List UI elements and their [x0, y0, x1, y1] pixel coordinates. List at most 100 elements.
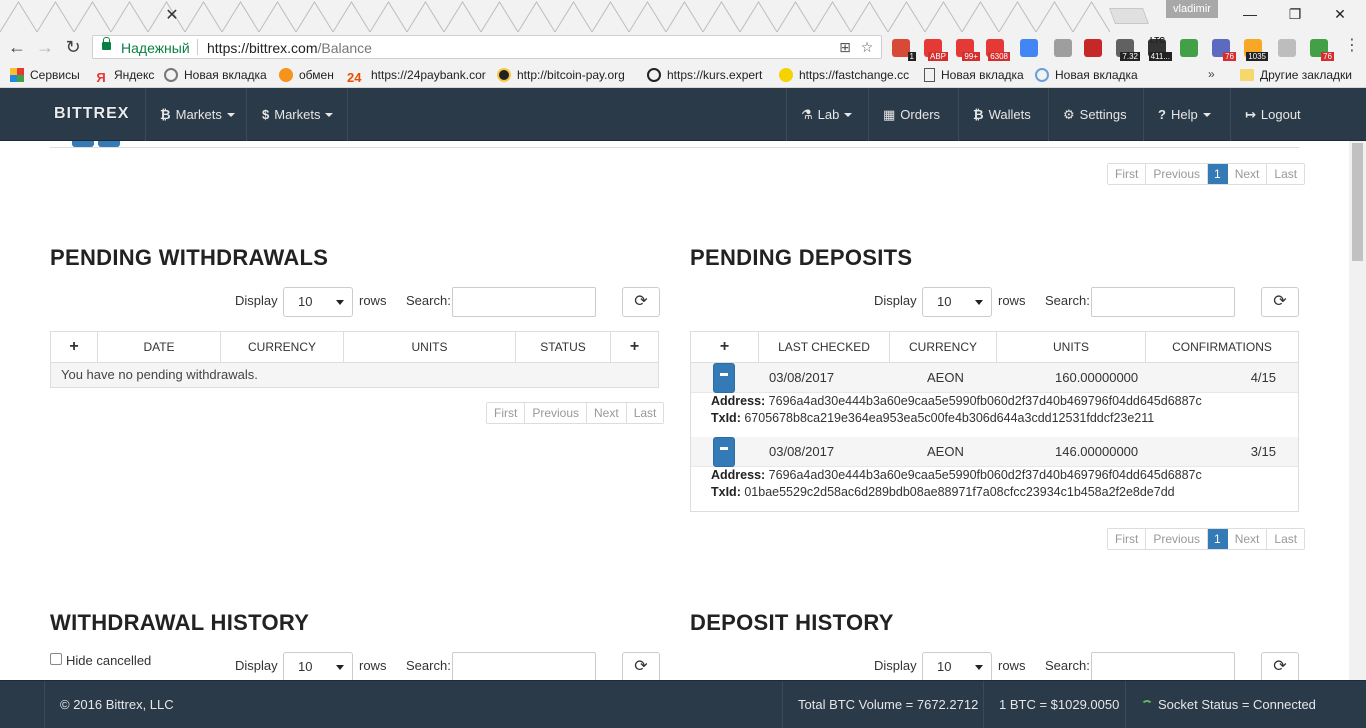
bookmark-kurs-expert[interactable]: https://kurs.expert: [647, 67, 762, 83]
browser-menu-icon[interactable]: ⋮: [1344, 38, 1360, 54]
cell-confirmations: 3/15: [1250, 444, 1276, 459]
pdf-extension-icon[interactable]: [1084, 39, 1102, 57]
collapse-row-button[interactable]: [713, 437, 735, 467]
new-tab-button[interactable]: [1109, 8, 1149, 24]
tab-close-button[interactable]: ✕: [162, 6, 182, 26]
hide-cancelled-checkbox[interactable]: [50, 653, 62, 665]
home-extension-icon[interactable]: [1180, 39, 1198, 57]
nav-settings[interactable]: ⚙ Settings: [1063, 88, 1127, 141]
ext-1035-extension-icon[interactable]: 1035: [1244, 39, 1268, 61]
window-close-button[interactable]: ✕: [1326, 4, 1354, 24]
col-last-checked[interactable]: LAST CHECKED: [759, 332, 890, 362]
ext-1-extension-icon[interactable]: 1: [892, 39, 916, 61]
pager-first[interactable]: First: [487, 403, 526, 423]
bookmarks-more-icon[interactable]: »: [1208, 67, 1215, 81]
add-column-icon[interactable]: +: [611, 332, 658, 362]
ext-76a-extension-icon[interactable]: 76: [1212, 39, 1236, 61]
deposits-rows-select[interactable]: 10: [922, 287, 992, 317]
bookmark-new-tab-1[interactable]: Новая вкладка: [164, 67, 267, 83]
expand-all-icon[interactable]: +: [51, 332, 98, 362]
nav-orders[interactable]: ▦ Orders: [883, 88, 940, 141]
back-arrow-icon[interactable]: ←: [6, 36, 28, 58]
shield-extension-icon[interactable]: [1278, 39, 1296, 57]
nav-logout[interactable]: ↦ Logout: [1245, 88, 1301, 141]
pager-page-1[interactable]: 1: [1208, 529, 1228, 549]
withdrawals-search-input[interactable]: [452, 287, 596, 317]
translate-extension-icon[interactable]: [1020, 39, 1038, 57]
print-extension-icon[interactable]: [1054, 39, 1072, 57]
withdrawal-history-rows-select[interactable]: 10: [283, 652, 353, 680]
bookmark-new-tab-2[interactable]: Новая вкладка: [924, 67, 1024, 83]
collapse-row-button[interactable]: [713, 363, 735, 393]
pager-last[interactable]: Last: [626, 403, 664, 423]
col-status[interactable]: STATUS: [516, 332, 611, 362]
bookmark-fastchange[interactable]: https://fastchange.cc: [779, 67, 909, 83]
pager-next[interactable]: Next: [1227, 529, 1268, 549]
gmail-extension-icon[interactable]: 6308: [986, 39, 1010, 61]
bookmark-24paybank[interactable]: 24 https://24paybank.cor: [347, 67, 486, 85]
ext-76b-extension-icon[interactable]: 76: [1310, 39, 1334, 61]
tab-strip-zigzag: [998, 1, 1037, 32]
nav-wallets[interactable]: ₿ Wallets: [973, 88, 1031, 141]
adblock-extension-icon[interactable]: ABP: [924, 39, 948, 61]
deposits-search-input[interactable]: [1091, 287, 1235, 317]
pager-page-1[interactable]: 1: [1208, 164, 1228, 184]
window-restore-button[interactable]: ❐: [1281, 4, 1309, 24]
bookmark-other-folder[interactable]: Другие закладки: [1240, 67, 1352, 83]
page-scrollbar[interactable]: [1349, 141, 1366, 680]
withdrawals-refresh-button[interactable]: ⟳: [622, 287, 660, 317]
col-currency[interactable]: CURRENCY: [890, 332, 997, 362]
pager-first[interactable]: First: [1108, 164, 1147, 184]
pager-next[interactable]: Next: [587, 403, 627, 423]
deposit-history-refresh-button[interactable]: ⟳: [1261, 652, 1299, 680]
withdrawal-history-refresh-button[interactable]: ⟳: [622, 652, 660, 680]
pager-last[interactable]: Last: [1267, 164, 1305, 184]
address-bar[interactable]: Надежный https://bittrex.com/Balance ⊞ ☆: [92, 35, 882, 59]
nav-markets-btc[interactable]: ₿ Markets: [160, 88, 235, 141]
nav-help[interactable]: ? Help: [1158, 88, 1211, 141]
deposits-refresh-button[interactable]: ⟳: [1261, 287, 1299, 317]
translate-page-icon[interactable]: ⊞: [837, 39, 853, 55]
bookmark-yandex[interactable]: Я Яндекс: [94, 67, 154, 85]
scrollbar-thumb[interactable]: [1352, 143, 1363, 261]
ext-732-extension-icon[interactable]: 7.32: [1116, 39, 1140, 61]
withdrawal-history-search-input[interactable]: [452, 652, 596, 680]
nav-markets-usd[interactable]: $ Markets: [262, 88, 334, 141]
pager-last[interactable]: Last: [1267, 529, 1305, 549]
tab-strip-zigzag: [258, 1, 297, 32]
expand-all-icon[interactable]: +: [691, 332, 759, 362]
col-units[interactable]: UNITS: [997, 332, 1146, 362]
bookmark-apps[interactable]: Сервисы: [10, 67, 80, 83]
url-text[interactable]: https://bittrex.com/Balance: [207, 40, 372, 56]
hide-cancelled-label[interactable]: Hide cancelled: [66, 653, 151, 668]
pager-previous[interactable]: Previous: [1146, 529, 1209, 549]
bookmark-new-tab-3[interactable]: Новая вкладка: [1035, 67, 1138, 83]
row-toggle-button[interactable]: [72, 141, 94, 147]
col-confirmations[interactable]: CONFIRMATIONS: [1146, 332, 1298, 362]
deposit-history-rows-select[interactable]: 10: [922, 652, 992, 680]
bookmark-obmen[interactable]: обмен: [279, 67, 334, 83]
txid-label: TxId:: [711, 485, 741, 499]
pending-deposits-table: + LAST CHECKED CURRENCY UNITS CONFIRMATI…: [690, 331, 1299, 512]
bittrex-logo[interactable]: BITTREX: [54, 105, 129, 123]
col-date[interactable]: DATE: [98, 332, 221, 362]
pager-previous[interactable]: Previous: [1146, 164, 1209, 184]
bookmark-bitcoin-pay[interactable]: http://bitcoin-pay.org: [497, 67, 625, 83]
cell-confirmations: 4/15: [1250, 370, 1276, 385]
withdrawals-rows-select[interactable]: 10: [283, 287, 353, 317]
window-minimize-button[interactable]: —: [1236, 4, 1264, 24]
deposit-history-search-input[interactable]: [1091, 652, 1235, 680]
nav-lab[interactable]: ⚗ Lab: [801, 88, 853, 141]
address-label: Address:: [711, 394, 766, 408]
col-units[interactable]: UNITS: [344, 332, 516, 362]
bookmark-star-icon[interactable]: ☆: [859, 39, 875, 55]
ext-99-extension-icon[interactable]: 99+: [956, 39, 980, 61]
reload-icon[interactable]: ↻: [62, 36, 84, 58]
profile-user-chip[interactable]: vladimir: [1166, 0, 1218, 18]
forward-arrow-icon[interactable]: →: [34, 36, 56, 58]
col-currency[interactable]: CURRENCY: [221, 332, 344, 362]
pager-previous[interactable]: Previous: [525, 403, 588, 423]
pager-first[interactable]: First: [1108, 529, 1147, 549]
row-toggle-button[interactable]: [98, 141, 120, 147]
pager-next[interactable]: Next: [1227, 164, 1268, 184]
